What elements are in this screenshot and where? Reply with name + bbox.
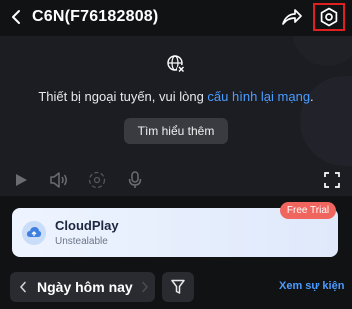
free-trial-badge[interactable]: Free Trial (280, 202, 336, 219)
cloud-upload-icon (22, 221, 46, 245)
share-arrow-icon (282, 9, 302, 25)
date-selector: Ngày hôm nay (10, 272, 155, 302)
camera-screen: C6N(F76182808) Thiết bị ngoại tuyến, vui… (0, 0, 352, 309)
top-bar: C6N(F76182808) (0, 0, 352, 36)
play-button[interactable] (11, 170, 31, 190)
play-icon (16, 174, 27, 186)
player-controls (0, 170, 352, 192)
view-events-link[interactable]: Xem sự kiện (279, 280, 344, 292)
ptz-button[interactable] (87, 170, 107, 190)
offline-globe-icon (167, 55, 185, 73)
reconfigure-network-link[interactable]: cấu hình lại mạng (207, 89, 310, 104)
video-player[interactable]: Thiết bị ngoại tuyến, vui lòng cấu hình … (0, 36, 352, 196)
ptz-control-icon (88, 171, 106, 189)
microphone-icon (128, 171, 142, 188)
filter-button[interactable] (162, 272, 194, 302)
back-button[interactable] (6, 7, 26, 27)
learn-more-button[interactable]: Tìm hiểu thêm (124, 118, 228, 144)
previous-day-button[interactable] (14, 278, 32, 296)
page-title: C6N(F76182808) (32, 8, 159, 25)
next-day-button[interactable] (138, 278, 152, 296)
volume-button[interactable] (49, 170, 69, 190)
fullscreen-icon (324, 172, 340, 188)
date-label[interactable]: Ngày hôm nay (37, 279, 133, 295)
offline-message-tail: . (310, 89, 314, 104)
fullscreen-button[interactable] (322, 170, 342, 190)
background-decoration (292, 36, 352, 66)
chevron-left-icon (12, 10, 20, 24)
settings-button[interactable] (313, 3, 345, 31)
share-button[interactable] (280, 6, 304, 28)
talk-button[interactable] (125, 170, 145, 190)
speaker-icon (50, 172, 67, 188)
filter-icon (171, 279, 185, 294)
chevron-left-icon (19, 281, 26, 293)
gear-icon (320, 7, 338, 27)
chevron-right-icon (142, 281, 149, 293)
cloudplay-subtitle: Unstealable (55, 236, 108, 247)
offline-message-text: Thiết bị ngoại tuyến, vui lòng (38, 89, 208, 104)
cloudplay-title: CloudPlay (55, 218, 119, 233)
offline-message: Thiết bị ngoại tuyến, vui lòng cấu hình … (0, 89, 352, 104)
